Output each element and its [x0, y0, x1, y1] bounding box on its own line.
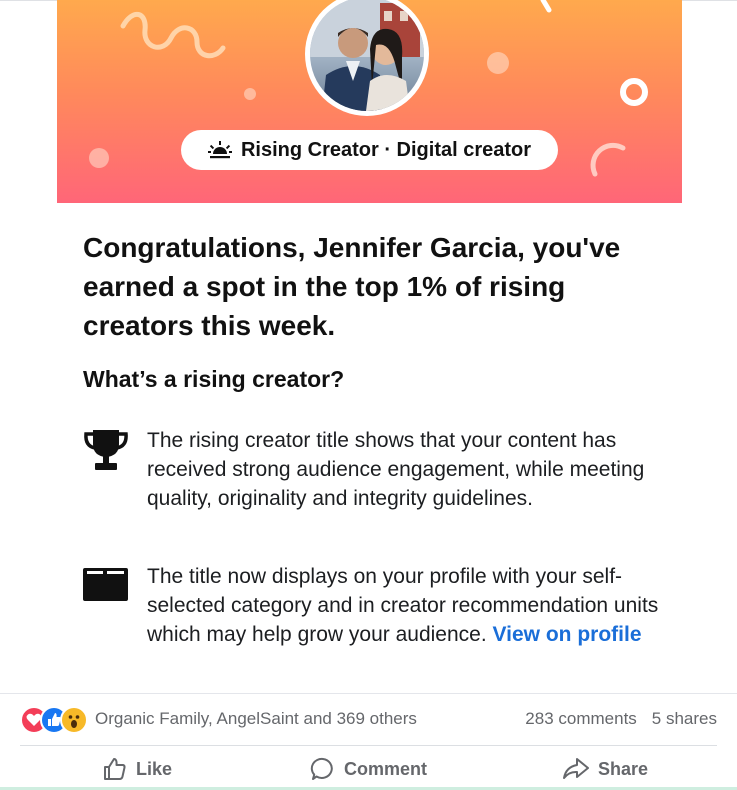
- divider: [20, 745, 717, 746]
- sunrise-icon: [207, 141, 232, 159]
- reaction-icons[interactable]: [20, 706, 90, 734]
- decor-arc: [590, 142, 626, 177]
- like-label: Like: [136, 758, 173, 779]
- trophy-icon: [84, 430, 128, 470]
- comment-button[interactable]: Comment: [310, 756, 427, 782]
- like-button[interactable]: Like: [102, 756, 172, 782]
- reacted-by-text[interactable]: Organic Family, AngelSaint and 369 other…: [95, 709, 417, 729]
- avatar[interactable]: [305, 0, 429, 116]
- comment-label: Comment: [344, 758, 428, 779]
- profile-photo: [310, 0, 424, 111]
- feature-text: The title now displays on your profile w…: [147, 562, 667, 649]
- decor-dot: [89, 148, 109, 168]
- view-on-profile-link[interactable]: View on profile: [493, 623, 642, 646]
- thumbs-up-icon: [104, 758, 126, 780]
- feature-item-engagement: The rising creator title shows that your…: [83, 426, 683, 546]
- share-icon: [563, 758, 589, 779]
- section-heading: What’s a rising creator?: [83, 366, 345, 392]
- rising-creator-banner: Rising Creator · Digital creator: [57, 0, 682, 203]
- profile-card-icon: [83, 568, 128, 601]
- creator-badge: Rising Creator · Digital creator: [181, 130, 558, 170]
- squiggle-decoration-right: [540, 0, 552, 13]
- decor-dot: [244, 88, 256, 100]
- feature-item-profile: The title now displays on your profile w…: [83, 562, 683, 682]
- creator-badge-label: Rising Creator · Digital creator: [240, 138, 532, 161]
- feature-text: The rising creator title shows that your…: [147, 429, 645, 510]
- reactions-summary: Organic Family, AngelSaint and 369 other…: [20, 705, 720, 734]
- share-label: Share: [598, 758, 649, 779]
- squiggle-decoration: [120, 12, 226, 59]
- post-actions: Like Comment Share: [0, 756, 737, 788]
- engagement-counts: 283 comments 5 shares: [525, 709, 717, 729]
- congratulations-headline: Congratulations, Jennifer Garcia, you've…: [83, 232, 621, 341]
- divider: [0, 693, 737, 694]
- profile-photo-art: [310, 0, 424, 111]
- shares-count[interactable]: 5 shares: [652, 709, 717, 729]
- share-button[interactable]: Share: [562, 756, 648, 782]
- comment-icon: [310, 757, 333, 780]
- wow-icon: [60, 706, 88, 734]
- comments-count[interactable]: 283 comments: [525, 709, 637, 729]
- decor-ring: [620, 78, 648, 106]
- decor-dot: [487, 52, 509, 74]
